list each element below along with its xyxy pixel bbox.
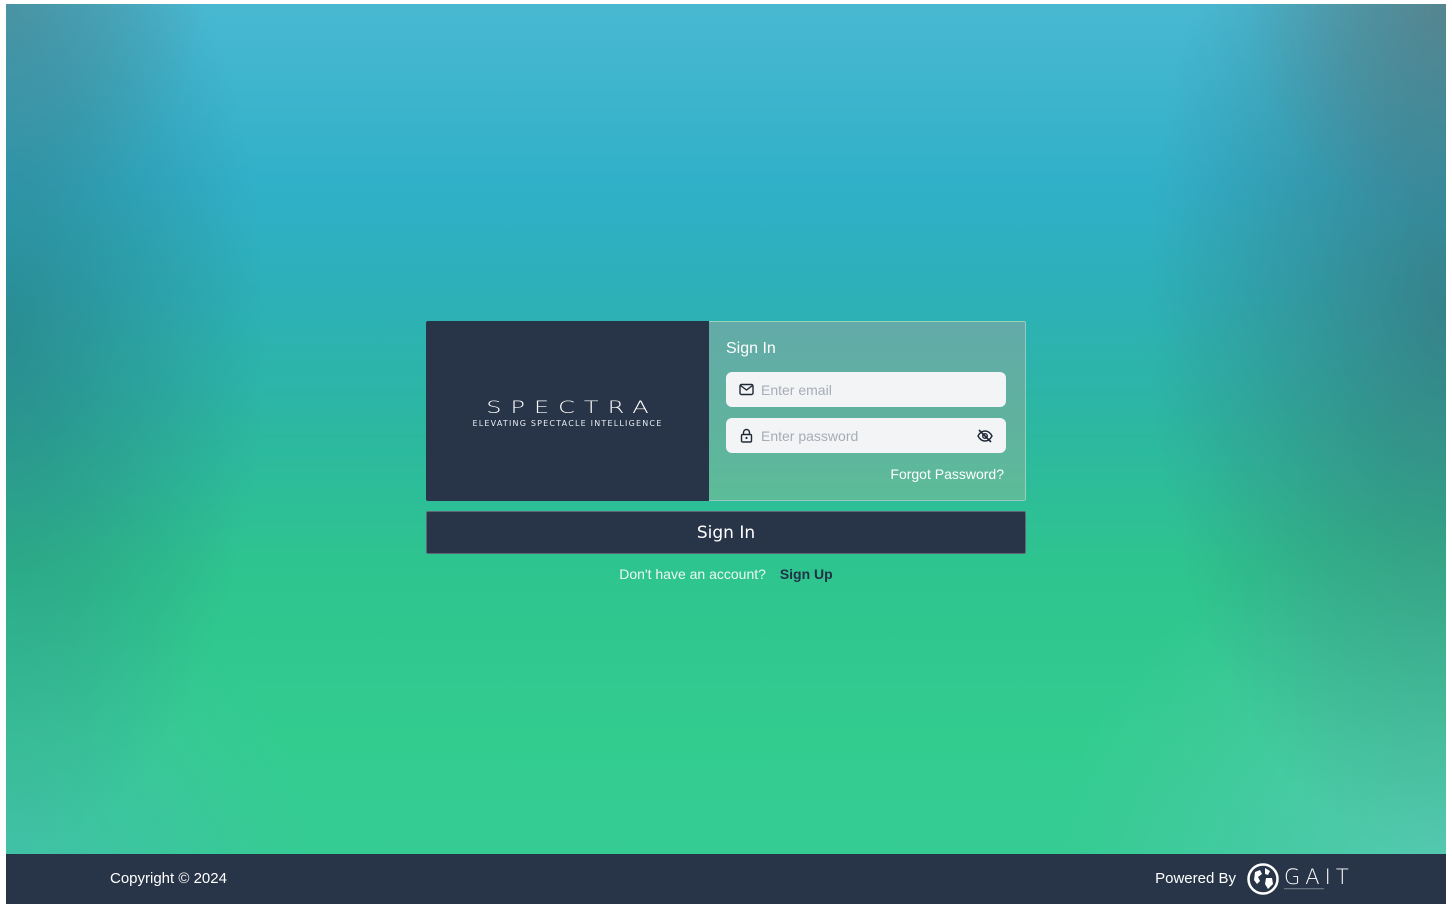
email-field[interactable]: [726, 372, 1006, 407]
footer: Copyright © 2024 Powered By GAIT ━━━━━━━…: [6, 854, 1446, 904]
gait-logo-sub: ━━━━━━━━━━━━━━━━━━━━: [1284, 887, 1325, 891]
brand-tagline: ELEVATING SPECTACLE INTELLIGENCE: [472, 418, 663, 428]
gait-logo: GAIT ━━━━━━━━━━━━━━━━━━━━: [1246, 861, 1354, 897]
sign-in-button[interactable]: Sign In: [426, 511, 1026, 554]
powered-by-text: Powered By: [1155, 870, 1236, 887]
login-card: SPECTRA ELEVATING SPECTACLE INTELLIGENCE…: [426, 321, 1026, 501]
email-input[interactable]: [761, 372, 1006, 407]
eye-off-icon[interactable]: [976, 427, 994, 445]
mail-icon: [738, 382, 754, 398]
gait-wordmark: GAIT: [1284, 865, 1354, 889]
password-field[interactable]: [726, 418, 1006, 453]
globe-icon: [1247, 863, 1279, 895]
sign-in-form: Sign In Enter email Forgot Password?: [709, 321, 1026, 501]
copyright-text: Copyright © 2024: [110, 870, 227, 887]
forgot-password-link[interactable]: Forgot Password?: [890, 466, 1004, 482]
brand-panel: SPECTRA ELEVATING SPECTACLE INTELLIGENCE: [426, 321, 709, 501]
login-page: SPECTRA ELEVATING SPECTACLE INTELLIGENCE…: [6, 4, 1446, 904]
sign-up-link[interactable]: Sign Up: [780, 566, 833, 582]
spectra-logo: SPECTRA: [486, 396, 658, 417]
lock-icon: [738, 428, 754, 444]
signup-prompt: Don't have an account? Sign Up: [426, 566, 1026, 582]
form-title: Sign In: [726, 340, 776, 357]
password-input[interactable]: [761, 418, 976, 453]
signup-question: Don't have an account?: [619, 566, 766, 582]
